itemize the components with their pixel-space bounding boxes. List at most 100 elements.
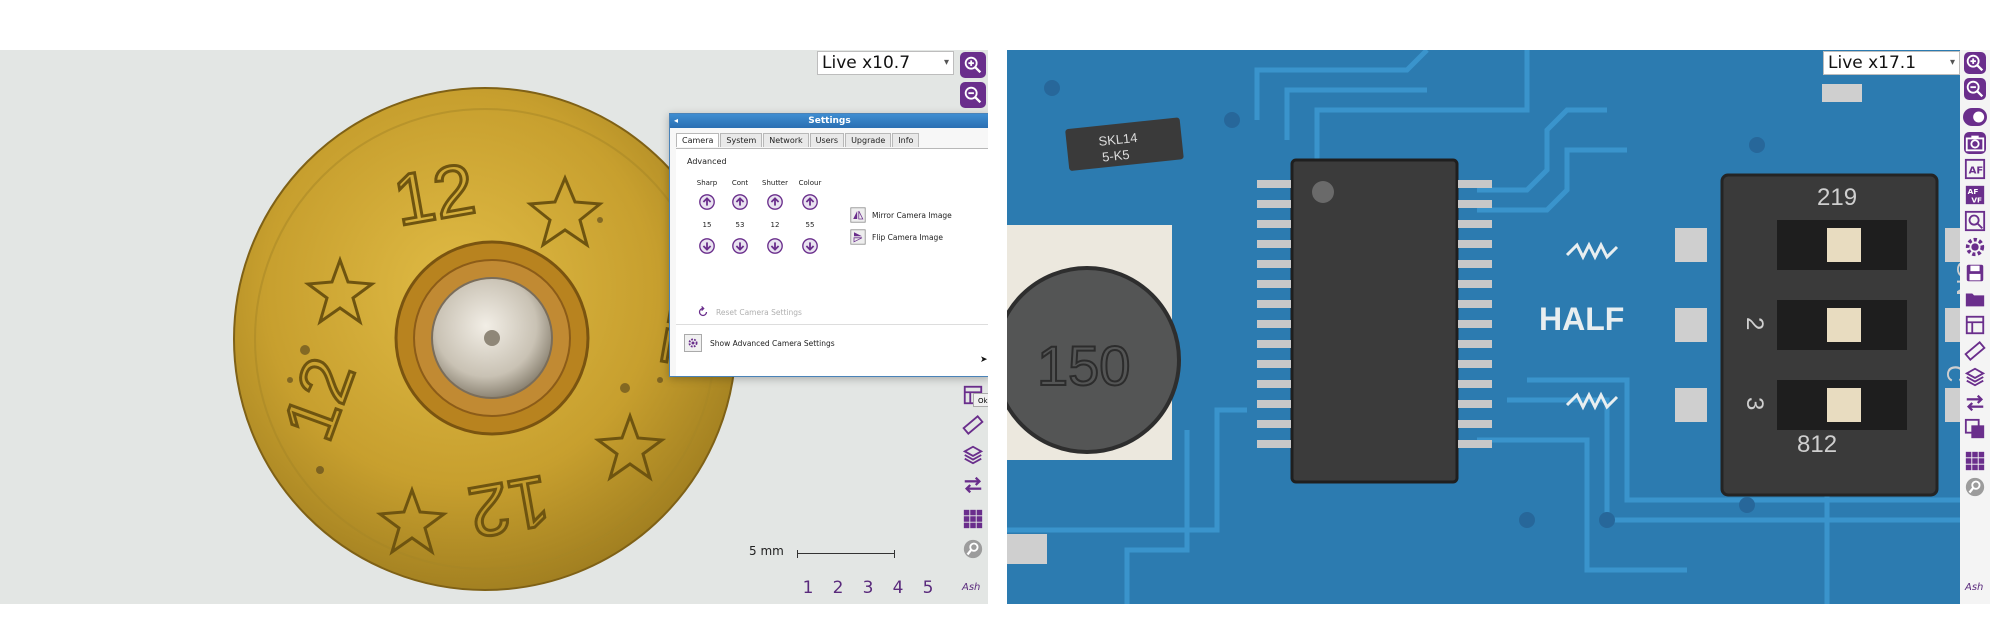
divider [676,324,988,325]
inspect-icon [1964,210,1986,232]
zoom-out-icon [1966,80,1984,98]
colour-up-button[interactable] [801,193,819,211]
swap-button[interactable] [1964,392,1986,414]
show-advanced-settings-toggle[interactable]: Show Advanced Camera Settings [684,334,835,352]
magnifier-button[interactable] [960,536,986,562]
layout-button[interactable] [1964,314,1986,336]
reset-camera-button[interactable]: Reset Camera Settings [696,305,802,319]
inductor-marking: 150 [1037,334,1130,397]
zoom-out-button[interactable] [1964,78,1986,100]
advanced-section-label: Advanced [687,157,727,166]
mirror-camera-label: Mirror Camera Image [872,210,952,220]
shutter-up-button[interactable] [766,193,784,211]
flip-camera-option[interactable]: Flip Camera Image [850,229,943,245]
save-icon [1966,264,1984,282]
inspect-button[interactable] [1964,210,1986,232]
magnifier-button[interactable] [1964,476,1986,498]
layout-icon [1965,315,1985,335]
capture-button[interactable] [1964,132,1986,154]
mouse-cursor-icon: ➤ [980,355,988,365]
measure-button[interactable] [960,412,986,438]
svg-text:AF: AF [1969,166,1984,177]
folder-icon [1965,293,1985,307]
settings-tabs: Camera System Network Users Upgrade Info [676,133,988,147]
camera-icon [1965,135,1985,152]
colour-label: Colour [798,179,822,187]
scale-bar-label: 5 mm [749,544,784,558]
window-menu-icon[interactable]: ◂ [674,114,678,128]
settings-button[interactable] [1964,236,1986,258]
tab-users[interactable]: Users [809,133,845,147]
save-button[interactable] [1964,262,1986,284]
toggle-button[interactable] [1963,108,1987,126]
ok-button[interactable]: Ok [973,393,988,407]
settings-icon [1965,237,1985,257]
zoom-level-value: Live x17.1 [1828,53,1917,73]
brand-logo: Ash [962,582,981,593]
page-5-button[interactable]: 5 [920,578,936,598]
left-microscope-view: 12 12 12 12 Live x10.7 ▾ [0,50,988,604]
page-selector: 1 2 3 4 5 [800,578,936,598]
contrast-down-button[interactable] [731,237,749,255]
layers-button[interactable] [960,442,986,468]
show-advanced-label: Show Advanced Camera Settings [710,338,835,348]
page-3-button[interactable]: 3 [860,578,876,598]
contrast-label: Cont [731,179,749,187]
tab-camera[interactable]: Camera [676,133,720,147]
autofocus-button[interactable]: AF [1964,158,1986,180]
zoom-out-button[interactable] [960,82,986,108]
settings-title: Settings [808,116,851,126]
chevron-down-icon: ▾ [943,57,949,68]
magnifier-icon [1965,477,1985,497]
grid-icon [1965,451,1985,471]
dip-bottom-marking: 812 [1797,431,1837,458]
page-2-button[interactable]: 2 [830,578,846,598]
grid-icon [963,509,983,529]
swap-icon [964,476,982,494]
layers-button[interactable] [1964,366,1986,388]
tab-system[interactable]: System [720,133,763,147]
tab-network[interactable]: Network [763,133,809,147]
contrast-up-button[interactable] [731,193,749,211]
zoom-in-button[interactable] [960,52,986,78]
open-folder-button[interactable] [1964,288,1986,310]
reset-icon [698,305,708,317]
zoom-level-select[interactable]: Live x10.7 ▾ [817,51,954,75]
sharpness-down-button[interactable] [698,237,716,255]
zoom-level-select[interactable]: Live x17.1 ▾ [1823,51,1960,75]
brand-logo: Ash [1965,582,1984,593]
page-1-button[interactable]: 1 [800,578,816,598]
measure-button[interactable] [1964,340,1986,362]
pcb-image: HALF SKL14 5-K5 150 219 812 2 3 ON CTS [1007,50,1978,604]
mirror-icon [850,207,866,223]
shutter-down-button[interactable] [766,237,784,255]
dip-top-marking: 219 [1817,184,1857,211]
zoom-in-icon [1966,54,1984,72]
zoom-level-value: Live x10.7 [822,53,911,73]
settings-body: Advanced Sharp 15 Cont 53 Shutter 12 Col… [676,148,988,407]
ruler-icon [962,415,984,435]
colour-down-button[interactable] [801,237,819,255]
layers-icon [1964,367,1986,387]
marking-12-bottom: 12 [463,459,556,552]
af-vf-button[interactable]: AF VF [1964,184,1986,206]
mirror-camera-option[interactable]: Mirror Camera Image [850,207,952,223]
swap-button[interactable] [960,472,986,498]
settings-titlebar: ◂ Settings [670,114,988,128]
scale-bar [797,550,895,558]
zoom-in-button[interactable] [1964,52,1986,74]
grid-button[interactable] [1964,450,1986,472]
overlay-button[interactable] [1964,418,1986,440]
shutter-value: 12 [770,221,780,229]
zoom-in-icon [964,56,982,74]
page-4-button[interactable]: 4 [890,578,906,598]
sharpness-up-button[interactable] [698,193,716,211]
diode-marking-2: 5-K5 [1101,147,1130,165]
tab-info[interactable]: Info [892,133,920,147]
gear-icon [684,334,702,352]
overlay-icon [1964,418,1985,439]
grid-button[interactable] [960,506,986,532]
magnifier-icon [963,539,983,559]
tab-upgrade[interactable]: Upgrade [845,133,892,147]
left-toolbar [956,50,988,110]
